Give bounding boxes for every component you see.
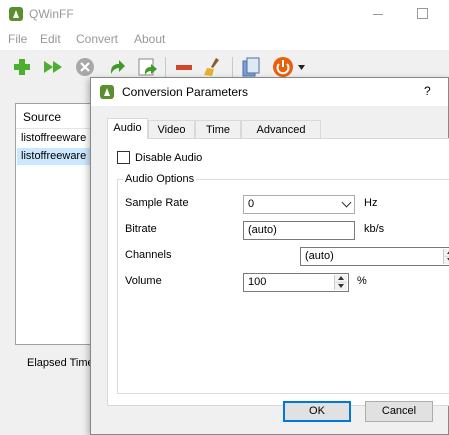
conversion-parameters-dialog: Conversion Parameters ? Audio Video Time… <box>90 77 449 435</box>
disable-audio-checkbox[interactable] <box>117 151 130 164</box>
clear-icon[interactable] <box>202 56 224 78</box>
disable-audio-label[interactable]: Disable Audio <box>135 152 202 164</box>
channels-spinbox[interactable]: (auto) <box>300 247 449 266</box>
maximize-button[interactable] <box>402 0 448 28</box>
app-icon <box>9 7 23 21</box>
list-item[interactable]: listoffreeware <box>17 130 98 147</box>
cancel-button[interactable]: Cancel <box>365 401 433 422</box>
minimize-icon <box>373 14 383 15</box>
menu-about[interactable]: About <box>134 32 165 46</box>
dialog-title-bar: Conversion Parameters ? <box>91 78 448 106</box>
sample-rate-select[interactable]: 0 <box>243 195 355 214</box>
audio-tab-pane: Disable Audio Audio Options Sample Rate … <box>107 138 449 406</box>
channels-spin-buttons[interactable] <box>443 249 449 264</box>
volume-spinbox[interactable]: 100 <box>243 273 349 292</box>
minimize-button[interactable] <box>356 0 402 28</box>
tab-advanced[interactable]: Advanced <box>241 120 321 138</box>
toolbar-separator <box>232 57 233 77</box>
menu-edit[interactable]: Edit <box>40 32 61 46</box>
app-icon <box>100 85 114 99</box>
menu-file[interactable]: File <box>8 32 27 46</box>
title-bar: QWinFF <box>0 0 449 28</box>
menu-convert[interactable]: Convert <box>76 32 118 46</box>
audio-options-group: Audio Options Sample Rate 0 Hz Bitrate (… <box>117 173 449 394</box>
ok-button[interactable]: OK <box>283 401 351 422</box>
file-info-icon[interactable] <box>240 56 262 78</box>
chevron-down-icon <box>341 197 352 208</box>
dropdown-arrow-icon[interactable] <box>297 64 306 71</box>
group-title: Audio Options <box>123 173 197 185</box>
add-icon[interactable] <box>11 56 33 78</box>
menu-bar: File Edit Convert About <box>0 28 449 50</box>
sample-rate-unit: Hz <box>364 197 378 209</box>
bitrate-unit: kb/s <box>364 223 385 235</box>
power-icon[interactable] <box>272 56 294 78</box>
elapsed-time-label: Elapsed Time <box>27 357 94 369</box>
volume-label: Volume <box>125 275 162 287</box>
remove-icon[interactable] <box>173 56 195 78</box>
tab-audio[interactable]: Audio <box>107 118 148 139</box>
bitrate-label: Bitrate <box>125 223 157 235</box>
maximize-icon <box>417 8 428 19</box>
toolbar-separator <box>165 57 166 77</box>
retry-icon[interactable] <box>106 56 128 78</box>
channels-label: Channels <box>125 249 172 261</box>
app-title: QWinFF <box>29 7 74 21</box>
retry-all-icon[interactable] <box>137 56 159 78</box>
column-header-source[interactable]: Source <box>16 104 98 129</box>
file-list-panel[interactable]: Source listoffreeware listoffreeware <box>15 103 99 345</box>
tab-video[interactable]: Video <box>148 120 195 138</box>
volume-unit: % <box>357 275 367 287</box>
help-button[interactable]: ? <box>424 84 431 98</box>
list-item-selected[interactable]: listoffreeware <box>17 148 98 165</box>
dialog-title: Conversion Parameters <box>122 85 249 99</box>
start-icon[interactable] <box>42 56 64 78</box>
sample-rate-label: Sample Rate <box>125 197 189 209</box>
bitrate-input[interactable]: (auto) <box>243 221 355 240</box>
stop-icon[interactable] <box>74 56 96 78</box>
volume-spin-buttons[interactable] <box>334 275 347 290</box>
tab-time[interactable]: Time <box>195 120 241 138</box>
